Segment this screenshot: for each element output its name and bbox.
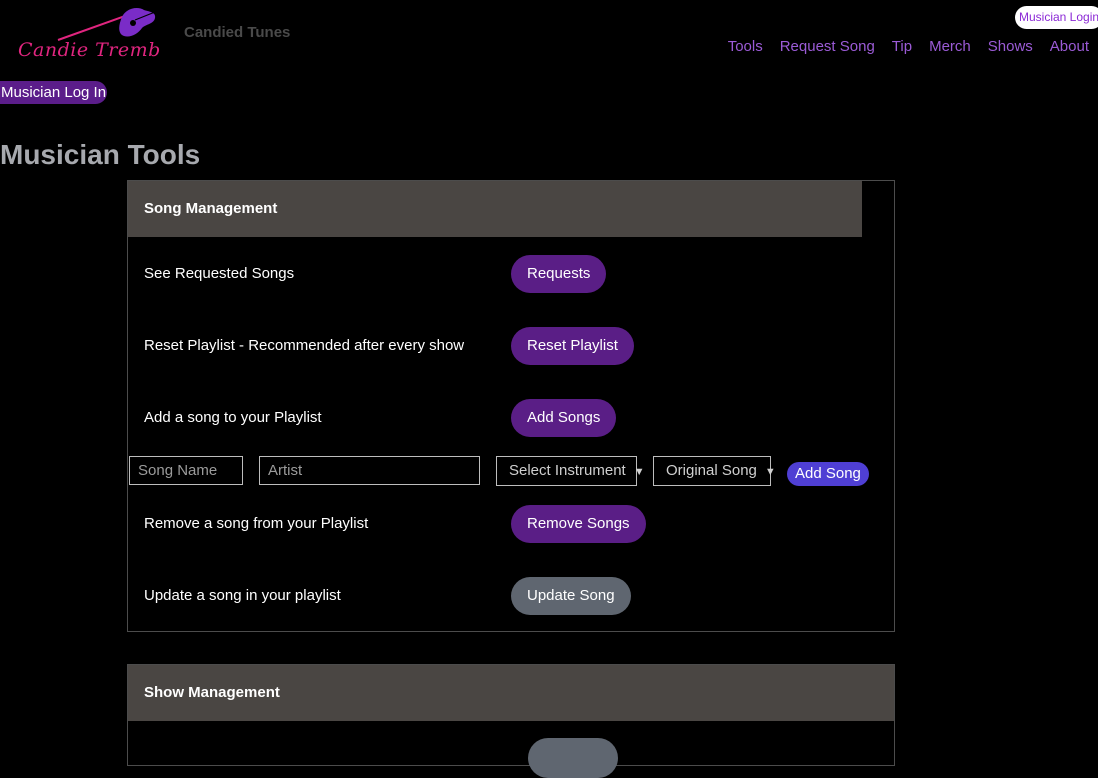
song-type-select[interactable]: Original Song ▼ [653,456,776,486]
musician-login-pill[interactable]: Musician Login [1015,6,1098,29]
nav-shows[interactable]: Shows [988,38,1033,55]
instrument-select[interactable]: Select Instrument ▼ [496,456,645,486]
show-management-card: Show Management [127,664,895,778]
guitar-logo-icon: Candie Tremblay [18,8,190,61]
add-songs-button[interactable]: Add Songs [511,399,617,437]
instrument-select-value: Select Instrument [509,462,626,479]
reset-playlist-row: Reset Playlist - Recommended after every… [144,326,894,366]
update-song-row: Update a song in your playlist Update So… [144,576,894,616]
add-song-submit-button[interactable]: Add Song [787,462,869,486]
update-song-button[interactable]: Update Song [511,577,631,615]
song-management-header: Song Management [128,181,862,237]
site-name: Candied Tunes [184,24,291,41]
musician-log-in-button[interactable]: Musician Log In [0,81,108,104]
song-name-input[interactable]: Song Name [129,456,243,485]
requests-row: See Requested Songs Requests [144,254,894,294]
add-song-form: Song Name Artist Select Instrument ▼ Orig… [128,455,894,489]
page-title: Musician Tools [0,139,201,170]
nav-about[interactable]: About [1050,38,1089,55]
artist-input[interactable]: Artist [259,456,480,485]
song-management-card: Song Management See Requested Songs Requ… [127,180,895,632]
requests-label: See Requested Songs [144,265,295,282]
logo-wordmark: Candie Tremblay [18,39,160,61]
remove-songs-button[interactable]: Remove Songs [511,505,646,543]
main-nav: Tools Request Song Tip Merch Shows About [728,38,1089,55]
nav-tools[interactable]: Tools [728,38,763,55]
nav-request-song[interactable]: Request Song [780,38,875,55]
requests-button[interactable]: Requests [511,255,607,293]
song-type-select-value: Original Song [666,462,757,479]
update-song-label: Update a song in your playlist [144,587,341,604]
chevron-down-icon: ▼ [633,466,645,478]
chevron-down-icon: ▼ [764,466,776,478]
nav-merch[interactable]: Merch [929,38,971,55]
reset-playlist-label: Reset Playlist - Recommended after every… [144,337,465,354]
show-management-button[interactable] [528,738,618,778]
remove-songs-label: Remove a song from your Playlist [144,515,369,532]
site-logo[interactable]: Candie Tremblay [14,6,190,64]
nav-tip[interactable]: Tip [892,38,912,55]
add-songs-label: Add a song to your Playlist [144,409,322,426]
show-management-header: Show Management [128,665,894,721]
remove-songs-row: Remove a song from your Playlist Remove … [144,504,894,544]
reset-playlist-button[interactable]: Reset Playlist [511,327,634,365]
add-songs-row: Add a song to your Playlist Add Songs [144,398,894,438]
